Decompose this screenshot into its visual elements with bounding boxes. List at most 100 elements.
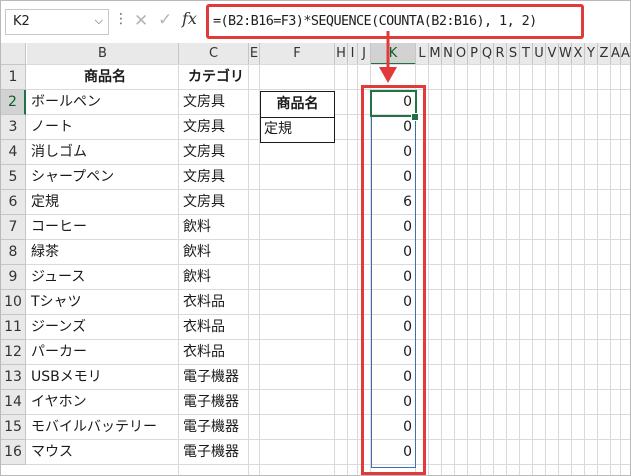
product-name-cell[interactable]: ノート bbox=[27, 115, 179, 140]
row-header-3[interactable]: 3 bbox=[1, 115, 26, 140]
column-header-u[interactable]: U bbox=[533, 43, 546, 65]
row-header-6[interactable]: 6 bbox=[1, 190, 26, 215]
formula-bar-area: K2 ⌵ ⋮ ✕ ✓ fx =(B2:B16=F3)*SEQUENCE(COUN… bbox=[1, 1, 630, 43]
product-name-cell[interactable]: マウス bbox=[27, 440, 179, 465]
product-name-cell[interactable]: USBメモリ bbox=[27, 365, 179, 390]
row-header-16[interactable]: 16 bbox=[1, 440, 26, 465]
column-header-s[interactable]: S bbox=[507, 43, 520, 65]
category-cell[interactable]: 飲料 bbox=[179, 215, 249, 240]
column-header-r[interactable]: R bbox=[494, 43, 507, 65]
row-header-10[interactable]: 10 bbox=[1, 290, 26, 315]
product-name-cell[interactable]: モバイルバッテリー bbox=[27, 415, 179, 440]
column-header-t[interactable]: T bbox=[520, 43, 533, 65]
gridline-col bbox=[584, 65, 585, 475]
row-header-11[interactable]: 11 bbox=[1, 315, 26, 340]
row-header-15[interactable]: 15 bbox=[1, 415, 26, 440]
category-cell[interactable]: 文房具 bbox=[179, 90, 249, 115]
category-cell[interactable]: 衣料品 bbox=[179, 290, 249, 315]
gridline-col bbox=[558, 65, 559, 475]
column-header-j[interactable]: J bbox=[358, 43, 371, 65]
product-name-cell[interactable]: イヤホン bbox=[27, 390, 179, 415]
category-cell[interactable]: 文房具 bbox=[179, 115, 249, 140]
column-header-i[interactable]: I bbox=[348, 43, 358, 65]
category-cell[interactable]: 飲料 bbox=[179, 265, 249, 290]
column-header-a[interactable]: A bbox=[621, 43, 630, 65]
insert-function-button[interactable]: fx bbox=[182, 9, 197, 28]
category-cell[interactable]: 衣料品 bbox=[179, 340, 249, 365]
product-name-cell[interactable]: コーヒー bbox=[27, 215, 179, 240]
column-header-e[interactable]: E bbox=[249, 43, 260, 65]
product-name-cell[interactable]: パーカー bbox=[27, 340, 179, 365]
category-cell[interactable]: 電子機器 bbox=[179, 440, 249, 465]
column-header-m[interactable]: M bbox=[429, 43, 442, 65]
gridline-col bbox=[620, 65, 621, 475]
more-options-icon[interactable]: ⋮ bbox=[114, 12, 128, 26]
arrow-icon bbox=[379, 31, 397, 83]
gridline-col bbox=[571, 65, 572, 475]
column-header-z[interactable]: Z bbox=[598, 43, 611, 65]
category-cell[interactable]: 電子機器 bbox=[179, 365, 249, 390]
column-header-x[interactable]: X bbox=[572, 43, 585, 65]
gridline-col bbox=[493, 65, 494, 475]
select-all-corner[interactable] bbox=[1, 43, 26, 65]
check-icon[interactable]: ✓ bbox=[158, 10, 172, 30]
row-header-5[interactable]: 5 bbox=[1, 165, 26, 190]
gridline-col bbox=[480, 65, 481, 475]
highlight-box bbox=[361, 85, 426, 475]
product-name-cell[interactable]: 緑茶 bbox=[27, 240, 179, 265]
worksheet-grid[interactable]: BCEFHIJKLMNOPQRSTUVWXYZAAA 1234567891011… bbox=[1, 31, 630, 475]
row-header-9[interactable]: 9 bbox=[1, 265, 26, 290]
product-name-cell[interactable]: 消しゴム bbox=[27, 140, 179, 165]
category-cell[interactable]: 文房具 bbox=[179, 165, 249, 190]
row-header-2[interactable]: 2 bbox=[1, 90, 26, 115]
product-name-cell[interactable]: Tシャツ bbox=[27, 290, 179, 315]
column-header-a[interactable]: A bbox=[611, 43, 621, 65]
category-cell[interactable]: 電子機器 bbox=[179, 390, 249, 415]
row-header-13[interactable]: 13 bbox=[1, 365, 26, 390]
lookup-value[interactable]: 定規 bbox=[264, 117, 334, 142]
column-header-c[interactable]: C bbox=[179, 43, 249, 65]
lookup-header[interactable]: 商品名 bbox=[261, 92, 334, 117]
product-name-cell[interactable]: ボールペン bbox=[27, 90, 179, 115]
formula-text: =(B2:B16=F3)*SEQUENCE(COUNTA(B2:B16), 1,… bbox=[213, 13, 537, 29]
name-box-value: K2 bbox=[13, 14, 30, 29]
row-header-14[interactable]: 14 bbox=[1, 390, 26, 415]
row-header-4[interactable]: 4 bbox=[1, 140, 26, 165]
category-cell[interactable]: 衣料品 bbox=[179, 315, 249, 340]
column-header-f[interactable]: F bbox=[260, 43, 335, 65]
product-name-cell[interactable]: ジュース bbox=[27, 265, 179, 290]
category-cell[interactable]: 文房具 bbox=[179, 140, 249, 165]
column-header-b[interactable]: B bbox=[27, 43, 179, 65]
column-header-v[interactable]: V bbox=[546, 43, 559, 65]
column-header-p[interactable]: P bbox=[468, 43, 481, 65]
product-name-cell[interactable]: ジーンズ bbox=[27, 315, 179, 340]
close-icon[interactable]: ✕ bbox=[134, 11, 148, 31]
chevron-down-icon[interactable]: ⌵ bbox=[95, 14, 103, 28]
gridline-col bbox=[454, 65, 455, 475]
row-header-12[interactable]: 12 bbox=[1, 340, 26, 365]
column-header-w[interactable]: W bbox=[559, 43, 572, 65]
gridline-col bbox=[506, 65, 507, 475]
row-header-1[interactable]: 1 bbox=[1, 65, 26, 90]
row-header-8[interactable]: 8 bbox=[1, 240, 26, 265]
category-cell[interactable]: 電子機器 bbox=[179, 415, 249, 440]
column-header-h[interactable]: H bbox=[335, 43, 348, 65]
column-header-l[interactable]: L bbox=[416, 43, 429, 65]
column-header-n[interactable]: N bbox=[442, 43, 455, 65]
gridline-col bbox=[610, 65, 611, 475]
gridline-col bbox=[545, 65, 546, 475]
category-cell[interactable]: 文房具 bbox=[179, 190, 249, 215]
product-name-cell[interactable]: 定規 bbox=[27, 190, 179, 215]
column-header-o[interactable]: O bbox=[455, 43, 468, 65]
row-header-7[interactable]: 7 bbox=[1, 215, 26, 240]
header-category[interactable]: カテゴリ bbox=[179, 65, 249, 90]
product-name-cell[interactable]: シャープペン bbox=[27, 165, 179, 190]
category-cell[interactable]: 飲料 bbox=[179, 240, 249, 265]
name-box[interactable]: K2 ⌵ bbox=[5, 9, 109, 35]
gridline-col bbox=[347, 65, 348, 475]
column-header-y[interactable]: Y bbox=[585, 43, 598, 65]
gridline-col bbox=[467, 65, 468, 475]
column-header-q[interactable]: Q bbox=[481, 43, 494, 65]
header-product[interactable]: 商品名 bbox=[27, 65, 179, 90]
gridline-col bbox=[441, 65, 442, 475]
